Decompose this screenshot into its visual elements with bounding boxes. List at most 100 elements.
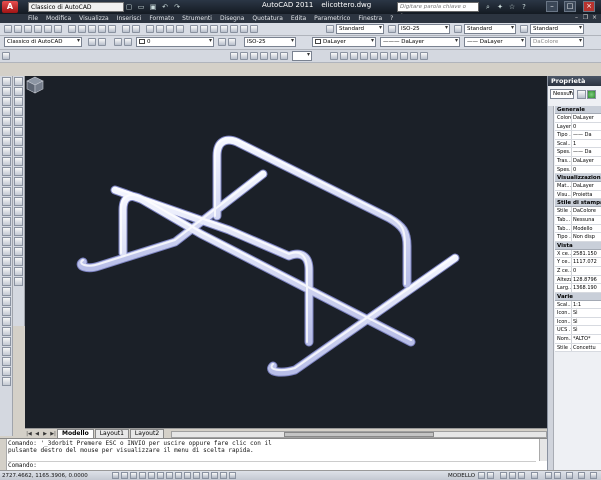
draw-tool-icon[interactable] [1,247,11,256]
menu-modifica[interactable]: Modifica [46,15,71,22]
toolbar-grip-icon[interactable] [2,52,10,60]
draw-tool-icon[interactable] [1,297,11,306]
view-cube-icon[interactable] [25,76,45,94]
shaded-icon[interactable] [380,52,388,60]
help-icon[interactable]: ? [519,2,529,12]
application-menu-button[interactable]: A [2,1,18,13]
property-row[interactable]: Icon... Sì [555,317,601,327]
property-value[interactable]: 1368.190 [572,284,601,292]
property-value[interactable]: DaColore [572,207,601,215]
communication-center-icon[interactable]: ✦ [495,2,505,12]
linetype-combo[interactable]: ——— DaLayer [380,37,460,47]
menu-formato[interactable]: Formato [149,15,174,22]
tab-last-icon[interactable]: ▶| [49,430,57,438]
ucs-face-icon[interactable] [260,52,268,60]
properties-icon[interactable] [190,25,198,33]
lineweight-button[interactable] [202,472,209,479]
property-row[interactable]: Tab... Modello [555,224,601,234]
property-value[interactable]: *ALTO* [572,335,601,343]
property-value[interactable]: 2581.150 [572,250,601,258]
markup-icon[interactable] [230,25,238,33]
draw-tool-icon[interactable] [1,227,11,236]
property-row[interactable]: Colore DaLayer [555,114,601,123]
property-value[interactable]: 1117.072 [572,258,601,266]
property-row[interactable]: Layer 0 [555,122,601,132]
make-current-layer-icon[interactable] [218,38,226,46]
polyline-icon[interactable] [1,97,11,106]
tool-palettes-icon[interactable] [210,25,218,33]
quick-view-layouts-button[interactable] [478,472,485,479]
modify-tool-icon[interactable] [14,187,23,196]
draw-tool-icon[interactable] [1,307,11,316]
modify-tool-icon[interactable] [14,97,23,106]
modify-tool-icon[interactable] [14,207,23,216]
property-value[interactable]: DaLayer [572,114,601,122]
qat-save-icon[interactable]: ▣ [148,2,158,12]
property-row[interactable]: Z ce... 0 [555,266,601,276]
property-row[interactable]: Tab... Nessuna [555,215,601,225]
cut-icon[interactable] [68,25,76,33]
table-style-icon[interactable] [454,25,462,33]
command-window-grip[interactable] [0,439,7,471]
properties-section-header[interactable]: Generale [555,106,601,114]
hatch-icon[interactable] [1,187,11,196]
modify-tool-icon[interactable] [14,217,23,226]
draw-tool-icon[interactable] [1,327,11,336]
property-value[interactable]: Sì [572,309,601,317]
quick-view-drawings-button[interactable] [487,472,494,479]
modify-tool-icon[interactable] [14,267,23,276]
modify-tool-icon[interactable] [14,87,23,96]
property-row[interactable]: Mat... DaLayer [555,182,601,191]
drawing-close-button[interactable]: × [590,14,599,22]
dynamic-ucs-button[interactable] [184,472,191,479]
property-value[interactable]: Sì [572,326,601,334]
render-icon[interactable] [400,52,408,60]
qat-undo-icon[interactable]: ↶ [160,2,170,12]
tab-modello[interactable]: Modello [57,429,94,438]
palette-grip[interactable] [548,106,554,470]
draw-tool-icon[interactable] [1,337,11,346]
modify-tool-icon[interactable] [14,137,23,146]
2d-wireframe-icon[interactable] [330,52,338,60]
redo-icon[interactable] [132,25,140,33]
property-value[interactable]: Proietta [572,191,601,199]
selection-combo[interactable]: Nessuna [550,89,574,99]
ellipse-icon[interactable] [1,157,11,166]
maximize-button[interactable]: □ [564,1,576,12]
table-style-combo[interactable]: Standard [464,24,516,34]
menu-disegna[interactable]: Disegna [220,15,244,22]
save-workspace-icon[interactable] [98,38,106,46]
menu-visualizza[interactable]: Visualizza [79,15,109,22]
annotation-scale-icon[interactable] [531,472,538,479]
property-value[interactable]: —— Da [572,131,601,139]
color-combo[interactable]: DaLayer [312,37,376,47]
menu-quotatura[interactable]: Quotatura [252,15,283,22]
object-snap-tracking-button[interactable] [175,472,182,479]
match-properties-icon[interactable] [98,25,106,33]
insert-block-icon[interactable] [1,167,11,176]
tab-next-icon[interactable]: ▶ [41,430,49,438]
point-icon[interactable] [1,177,11,186]
object-snap-button[interactable] [157,472,164,479]
transparency-button[interactable] [211,472,218,479]
preview-icon[interactable] [44,25,52,33]
menu-parametrico[interactable]: Parametrico [314,15,350,22]
qat-redo-icon[interactable]: ↷ [172,2,182,12]
pan-icon[interactable] [146,25,154,33]
dynamic-input-button[interactable] [193,472,200,479]
sheet-set-icon[interactable] [220,25,228,33]
properties-section-header[interactable]: Varie [555,292,601,301]
tab-first-icon[interactable]: |◀ [25,430,33,438]
zoom-realtime-icon[interactable] [156,25,164,33]
property-row[interactable]: Spes...—— Da [555,148,601,157]
drawing-minimize-button[interactable]: – [572,14,581,22]
property-value[interactable]: 128.8796 [572,276,601,284]
undo-icon[interactable] [122,25,130,33]
horizontal-scrollbar[interactable] [171,431,547,438]
menu-strumenti[interactable]: Strumenti [182,15,212,22]
dim-style-combo[interactable]: ISO-25 [398,24,450,34]
property-value[interactable]: —— Da [572,148,601,156]
modify-tool-icon[interactable] [14,77,23,86]
open-icon[interactable] [14,25,22,33]
layer-previous-icon[interactable] [228,38,236,46]
